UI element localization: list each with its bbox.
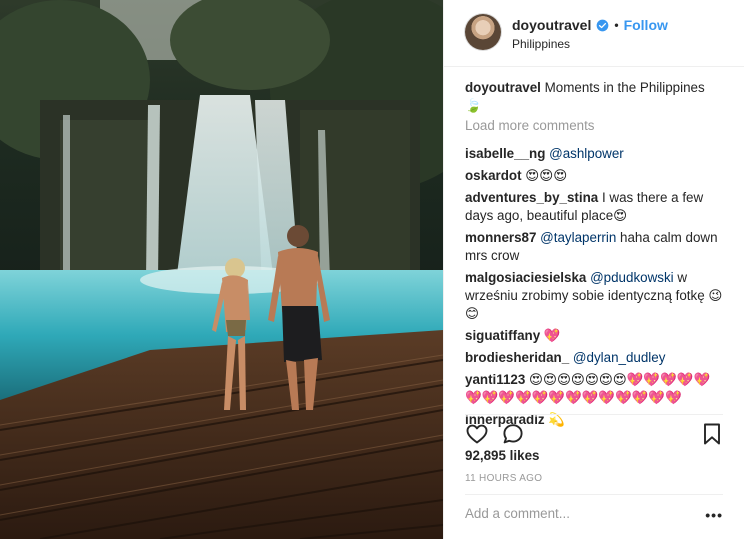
- add-comment-bar: •••: [465, 505, 723, 525]
- comment-item: oskardot 😍😍😍: [465, 167, 723, 185]
- post-timestamp[interactable]: 11 HOURS AGO: [465, 473, 542, 484]
- post-location[interactable]: Philippines: [512, 37, 570, 51]
- comment-username[interactable]: siguatiffany: [465, 328, 540, 343]
- divider: [465, 494, 723, 495]
- comment-item: yanti1123 😍😍😍😍😍😍😍💖💖💖💖💖💖💖💖💖💖💖💖💖💖💖💖💖💖: [465, 371, 723, 407]
- comment-username[interactable]: oskardot: [465, 168, 522, 183]
- comments-list: doyoutravel Moments in the Philippines 🍃…: [465, 79, 723, 433]
- likes-count[interactable]: 92,895 likes: [465, 448, 539, 463]
- post-username[interactable]: doyoutravel: [512, 17, 591, 33]
- comment-item: adventures_by_stina I was there a few da…: [465, 189, 723, 225]
- add-comment-input[interactable]: [465, 506, 685, 521]
- caption-username[interactable]: doyoutravel: [465, 80, 541, 95]
- post-sidebar: doyoutravel • Follow Philippines doyoutr…: [443, 0, 744, 539]
- separator-dot: •: [614, 18, 619, 32]
- comment-item: isabelle__ng @ashlpower: [465, 145, 723, 163]
- comment-username[interactable]: malgosiaciesielska: [465, 270, 586, 285]
- divider: [465, 414, 723, 415]
- load-more-comments-button[interactable]: Load more comments: [465, 117, 723, 135]
- comment-item: brodiesheridan_ @dylan_dudley: [465, 349, 723, 367]
- comment-item: siguatiffany 💖: [465, 327, 723, 345]
- header-user-line: doyoutravel • Follow: [512, 17, 668, 33]
- post-photo[interactable]: [0, 0, 443, 539]
- comment-mention[interactable]: @taylaperrin: [536, 230, 616, 245]
- comment-item: monners87 @taylaperrin haha calm down mr…: [465, 229, 723, 265]
- comment-item: malgosiaciesielska @pdudkowski w wrześni…: [465, 269, 723, 323]
- comment-mention[interactable]: @dylan_dudley: [569, 350, 666, 365]
- post-caption: doyoutravel Moments in the Philippines 🍃: [465, 79, 723, 115]
- bookmark-icon[interactable]: [701, 422, 723, 446]
- verified-badge-icon: [597, 19, 609, 31]
- post-actions: [465, 422, 723, 446]
- heart-icon[interactable]: [465, 422, 489, 446]
- comment-username[interactable]: yanti1123: [465, 372, 525, 387]
- comment-username[interactable]: adventures_by_stina: [465, 190, 598, 205]
- instagram-post-view: doyoutravel • Follow Philippines doyoutr…: [0, 0, 744, 539]
- comment-username[interactable]: brodiesheridan_: [465, 350, 569, 365]
- comment-text: 💖: [540, 328, 561, 343]
- post-header: doyoutravel • Follow Philippines: [444, 0, 744, 67]
- comment-username[interactable]: monners87: [465, 230, 536, 245]
- more-options-button[interactable]: •••: [705, 507, 723, 523]
- follow-button[interactable]: Follow: [624, 17, 668, 33]
- comment-mention[interactable]: @ashlpower: [545, 146, 624, 161]
- comment-username[interactable]: isabelle__ng: [465, 146, 545, 161]
- avatar[interactable]: [465, 14, 501, 50]
- comment-icon[interactable]: [501, 422, 525, 446]
- comment-text: 😍😍😍: [521, 168, 568, 183]
- waterfall-photo-illustration: [0, 0, 443, 539]
- comment-mention[interactable]: @pdudkowski: [586, 270, 674, 285]
